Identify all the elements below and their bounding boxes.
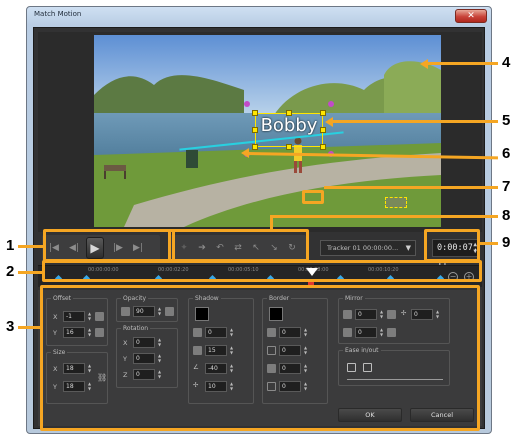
callout-arrow-4 (420, 59, 428, 69)
callout-number-9: 9 (502, 234, 511, 251)
resize-handle-top-left[interactable] (252, 110, 258, 116)
callout-box-playback (43, 229, 175, 262)
callout-line-8-drop (270, 215, 273, 229)
tracker-object-box[interactable]: Bobby (255, 113, 323, 147)
callout-line-9 (480, 242, 498, 245)
callout-box-properties (40, 285, 480, 431)
callout-number-6: 6 (502, 145, 511, 162)
callout-box-timecode (424, 229, 480, 262)
resize-handle-bottom[interactable] (286, 144, 292, 150)
rotate-handle-top-left[interactable] (244, 101, 250, 107)
callout-box-timeline (42, 260, 482, 282)
tracker-point-marker[interactable] (385, 197, 407, 208)
callout-number-1: 1 (6, 237, 15, 254)
callout-number-3: 3 (6, 318, 15, 335)
callout-line-2 (18, 271, 42, 274)
callout-line-4 (427, 62, 498, 65)
resize-handle-top[interactable] (286, 110, 292, 116)
screenshot-stage: Match Motion ✕ Bobby |◀ ◀| ▶ |▶ ▶| ✦ ➔ ↶… (0, 0, 525, 439)
callout-arrow-5 (325, 117, 333, 127)
callout-number-5: 5 (502, 112, 511, 129)
callout-number-2: 2 (6, 263, 15, 280)
callout-number-7: 7 (502, 178, 511, 195)
callout-line-7 (324, 186, 498, 189)
callout-line-1 (18, 245, 43, 248)
resize-handle-bottom-left[interactable] (252, 144, 258, 150)
callout-arrow-6 (241, 148, 249, 158)
video-preview[interactable]: Bobby (94, 35, 441, 227)
callout-line-3 (18, 326, 40, 329)
resize-handle-top-right[interactable] (320, 110, 326, 116)
resize-handle-right[interactable] (320, 127, 326, 133)
tracker-object-text: Bobby (260, 115, 318, 136)
title-bar: Match Motion ✕ (27, 7, 491, 27)
tracker-select[interactable]: Tracker 01 00:00:00... ▼ (320, 240, 416, 256)
callout-box-marker (302, 190, 324, 204)
preview-area: Bobby (38, 32, 482, 232)
chevron-down-icon: ▼ (405, 244, 411, 252)
callout-number-4: 4 (502, 54, 511, 71)
callout-line-5 (332, 120, 498, 123)
callout-box-tracker-tools (168, 229, 309, 262)
resize-handle-left[interactable] (252, 127, 258, 133)
close-button[interactable]: ✕ (455, 9, 487, 23)
rotate-handle-top-right[interactable] (328, 101, 334, 107)
callout-number-8: 8 (502, 207, 511, 224)
tracker-select-value: Tracker 01 00:00:00... (327, 244, 399, 252)
resize-handle-bottom-right[interactable] (320, 144, 326, 150)
callout-line-8 (270, 215, 498, 218)
window-title: Match Motion (34, 10, 82, 18)
